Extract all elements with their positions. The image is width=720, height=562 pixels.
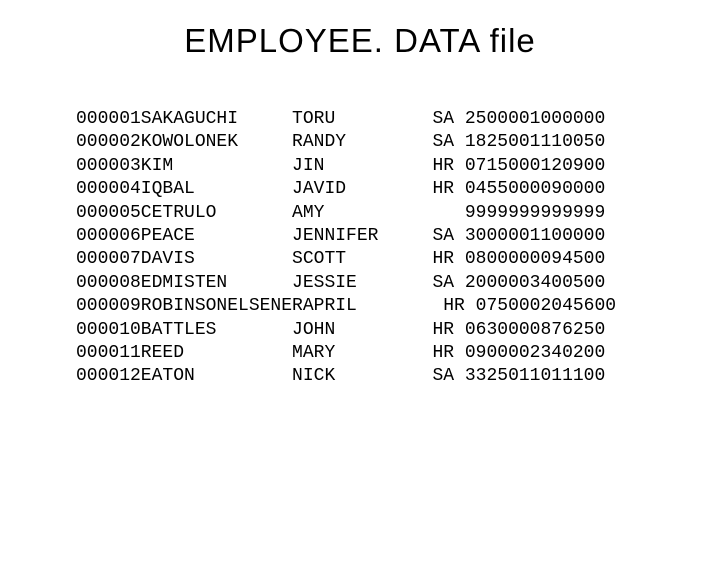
data-listing: 000001SAKAGUCHI TORU SA 2500001000000 00… [76, 108, 720, 389]
page-title: EMPLOYEE. DATA file [0, 22, 720, 60]
